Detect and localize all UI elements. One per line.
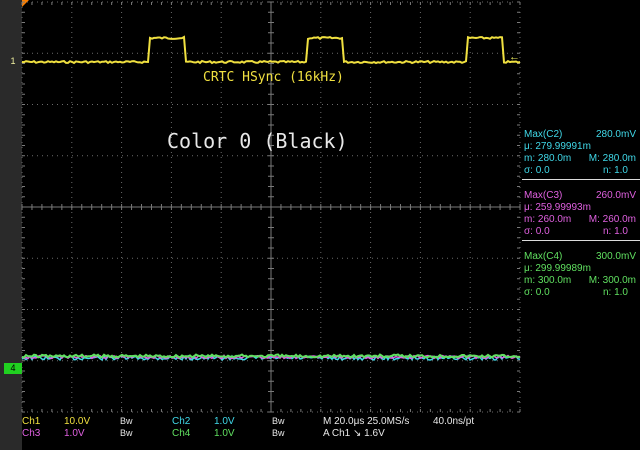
status-bar: Ch1 10.0V Bw Ch2 1.0V Bw Ch3 1.0V Bw Ch4… xyxy=(0,412,640,450)
meas-max: 280.0m xyxy=(602,153,636,164)
ch2-label[interactable]: Ch2 xyxy=(172,416,190,427)
meas-mu-label: μ: xyxy=(524,263,533,274)
meas-n: 1.0 xyxy=(614,287,628,298)
meas-max: 260.0m xyxy=(602,214,636,225)
meas-sigma: 0.0 xyxy=(535,165,550,176)
ch2-bandwidth-limit: Bw xyxy=(272,416,285,426)
ch2-scale[interactable]: 1.0V xyxy=(214,416,235,427)
meas-n-label: n: xyxy=(602,226,612,237)
meas-mu: 279.99991m xyxy=(535,141,591,152)
meas-min: 260.0m xyxy=(537,214,572,225)
graticule-grid xyxy=(21,1,521,413)
meas-value: 300.0mV xyxy=(595,251,636,262)
measurement-c4: Max(C4) 300.0mV μ: 299.99989m m: 300.0m M:… xyxy=(524,251,640,299)
ch1-label[interactable]: Ch1 xyxy=(22,416,40,427)
ch1-bandwidth-limit: Bw xyxy=(120,416,133,426)
ch3-bandwidth-limit: Bw xyxy=(120,428,133,438)
meas-min: 280.0m xyxy=(537,153,572,164)
meas-label: Max(C4) xyxy=(524,251,563,262)
signal-subtitle: Color 0 (Black) xyxy=(167,129,348,153)
meas-n-label: n: xyxy=(602,165,612,176)
meas-max-label: M: xyxy=(588,214,600,225)
ch1-scale[interactable]: 10.0V xyxy=(64,416,90,427)
meas-sigma: 0.0 xyxy=(535,226,550,237)
meas-mu-label: μ: xyxy=(524,202,533,213)
meas-sigma-label: σ: xyxy=(524,226,533,237)
meas-sigma-label: σ: xyxy=(524,287,533,298)
measurement-c2: Max(C2) 280.0mV μ: 279.99991m m: 280.0m M:… xyxy=(522,129,640,182)
meas-label: Max(C2) xyxy=(524,129,563,140)
ch3-scale[interactable]: 1.0V xyxy=(64,428,85,439)
meas-mu: 299.99989m xyxy=(535,263,591,274)
meas-max-label: M: xyxy=(588,153,600,164)
meas-n: 1.0 xyxy=(614,226,628,237)
ch3-label[interactable]: Ch3 xyxy=(22,428,40,439)
ch4-scale[interactable]: 1.0V xyxy=(214,428,235,439)
meas-value: 260.0mV xyxy=(595,190,636,201)
trigger-level-marker[interactable]: ← xyxy=(509,51,520,63)
resolution-readout: 40.0ns/pt xyxy=(433,416,475,427)
meas-min-label: m: xyxy=(524,275,536,286)
meas-n: 1.0 xyxy=(614,165,628,176)
meas-label: Max(C3) xyxy=(524,190,563,201)
meas-sigma: 0.0 xyxy=(535,287,550,298)
meas-value: 280.0mV xyxy=(595,129,636,140)
meas-max-label: M: xyxy=(588,275,600,286)
meas-mu-label: μ: xyxy=(524,141,533,152)
signal-title: CRTC HSync (16kHz) xyxy=(203,70,344,85)
meas-mu: 259.99993m xyxy=(535,202,591,213)
ch4-label[interactable]: Ch4 xyxy=(172,428,190,439)
meas-max: 300.0m xyxy=(602,275,636,286)
timebase-readout[interactable]: M 20.0μs 25.0MS/s xyxy=(323,416,409,427)
measurement-c3: Max(C3) 260.0mV μ: 259.99993m m: 260.0m M:… xyxy=(522,190,640,243)
meas-min: 300.0m xyxy=(537,275,572,286)
meas-min-label: m: xyxy=(524,214,536,225)
ch4-bandwidth-limit: Bw xyxy=(272,428,285,438)
meas-n-label: n: xyxy=(602,287,612,298)
meas-sigma-label: σ: xyxy=(524,165,533,176)
trigger-readout[interactable]: A Ch1 ↘ 1.6V xyxy=(323,428,385,439)
meas-min-label: m: xyxy=(524,153,536,164)
